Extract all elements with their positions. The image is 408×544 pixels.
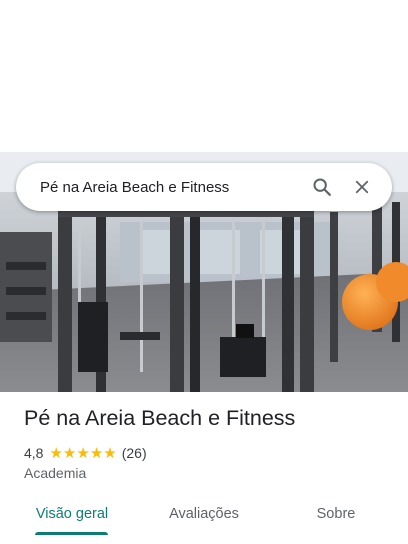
active-tab-indicator bbox=[35, 532, 108, 535]
review-count[interactable]: (26) bbox=[122, 445, 147, 461]
search-button[interactable] bbox=[302, 167, 342, 207]
search-input[interactable]: Pé na Areia Beach e Fitness bbox=[40, 179, 302, 196]
star-icon: ★ bbox=[76, 444, 90, 462]
tab-reviews[interactable]: Avaliações bbox=[152, 492, 256, 536]
rating-stars: ★ ★ ★ ★ ★ bbox=[49, 446, 116, 461]
rating-row[interactable]: 4,8 ★ ★ ★ ★ ★ (26) bbox=[24, 444, 147, 462]
star-icon: ★ bbox=[89, 444, 104, 462]
search-bar[interactable]: Pé na Areia Beach e Fitness bbox=[16, 163, 392, 211]
star-icon: ★ bbox=[49, 444, 63, 462]
rating-value: 4,8 bbox=[24, 445, 44, 461]
close-button[interactable] bbox=[342, 167, 382, 207]
close-icon bbox=[355, 180, 369, 194]
star-icon: ★ bbox=[62, 444, 77, 462]
place-category[interactable]: Academia bbox=[24, 465, 86, 481]
tab-overview[interactable]: Visão geral bbox=[24, 492, 120, 536]
tab-bar: Visão geral Avaliações Sobre bbox=[0, 492, 408, 536]
star-icon: ★ bbox=[103, 444, 117, 462]
tab-about[interactable]: Sobre bbox=[296, 492, 376, 536]
place-title: Pé na Areia Beach e Fitness bbox=[24, 406, 296, 430]
search-icon bbox=[313, 178, 331, 196]
